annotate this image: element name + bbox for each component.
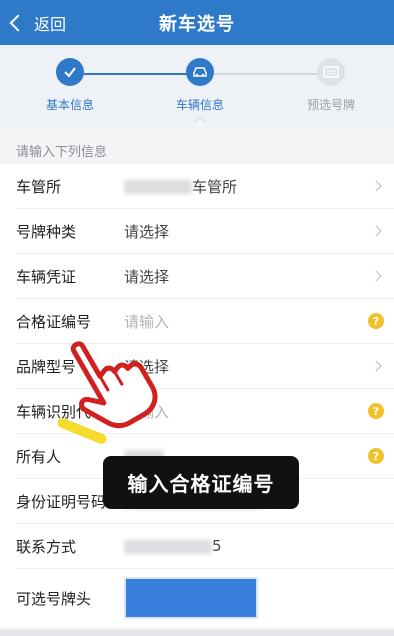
help-icon[interactable]: ? (368, 448, 384, 464)
row-vehicle-voucher[interactable]: 车辆凭证 请选择 (16, 254, 394, 299)
step-preselect-plate: 预选号牌 (281, 58, 381, 113)
field-label: 联系方式 (16, 537, 77, 556)
plate-prefix-selector[interactable] (124, 577, 258, 619)
form-hint: 请输入下列信息 (16, 145, 108, 160)
back-button[interactable]: 返回 (8, 0, 66, 45)
bottom-edge (0, 630, 394, 636)
step-label: 基本信息 (45, 98, 94, 112)
step-basic-info: 基本信息 (20, 58, 120, 113)
field-label: 合格证编号 (16, 312, 92, 331)
step-label: 车辆信息 (175, 98, 224, 112)
plate-icon (317, 58, 345, 86)
brand-model-select: 请选择 (124, 357, 170, 376)
certificate-number-input[interactable]: 请输入 (124, 311, 394, 332)
step-vehicle-info: 车辆信息 (150, 58, 250, 113)
field-label: 号牌种类 (16, 222, 77, 241)
active-step-pointer (194, 116, 206, 128)
back-label: 返回 (34, 14, 67, 34)
chevron-left-icon (9, 14, 27, 31)
vin-input[interactable]: 请输入 (124, 401, 394, 422)
contact-value: 5 (124, 537, 394, 555)
row-vehicle-office[interactable]: 车管所 车管所 (16, 164, 394, 209)
help-icon[interactable]: ? (368, 313, 384, 329)
field-label: 可选号牌头 (16, 589, 92, 608)
row-plate-type[interactable]: 号牌种类 请选择 (16, 209, 394, 254)
field-label: 车管所 (16, 177, 62, 196)
progress-steps: 基本信息 车辆信息 预选号牌 (0, 45, 394, 128)
check-icon (56, 58, 84, 86)
plate-type-select: 请选择 (124, 222, 170, 241)
step-label: 预选号牌 (306, 98, 355, 112)
page-title: 新车选号 (159, 13, 235, 35)
help-icon[interactable]: ? (368, 403, 384, 419)
row-contact: 联系方式 5 (16, 524, 394, 569)
car-icon (186, 58, 214, 86)
vehicle-voucher-select: 请选择 (124, 267, 170, 286)
tutorial-caption: 输入合格证编号 (103, 456, 299, 509)
nav-bar: 返回 新车选号 (0, 0, 394, 45)
row-plate-prefix[interactable]: 可选号牌头 (16, 569, 394, 627)
field-label: 车辆凭证 (16, 267, 77, 286)
vehicle-office-value: 车管所 (124, 176, 394, 197)
